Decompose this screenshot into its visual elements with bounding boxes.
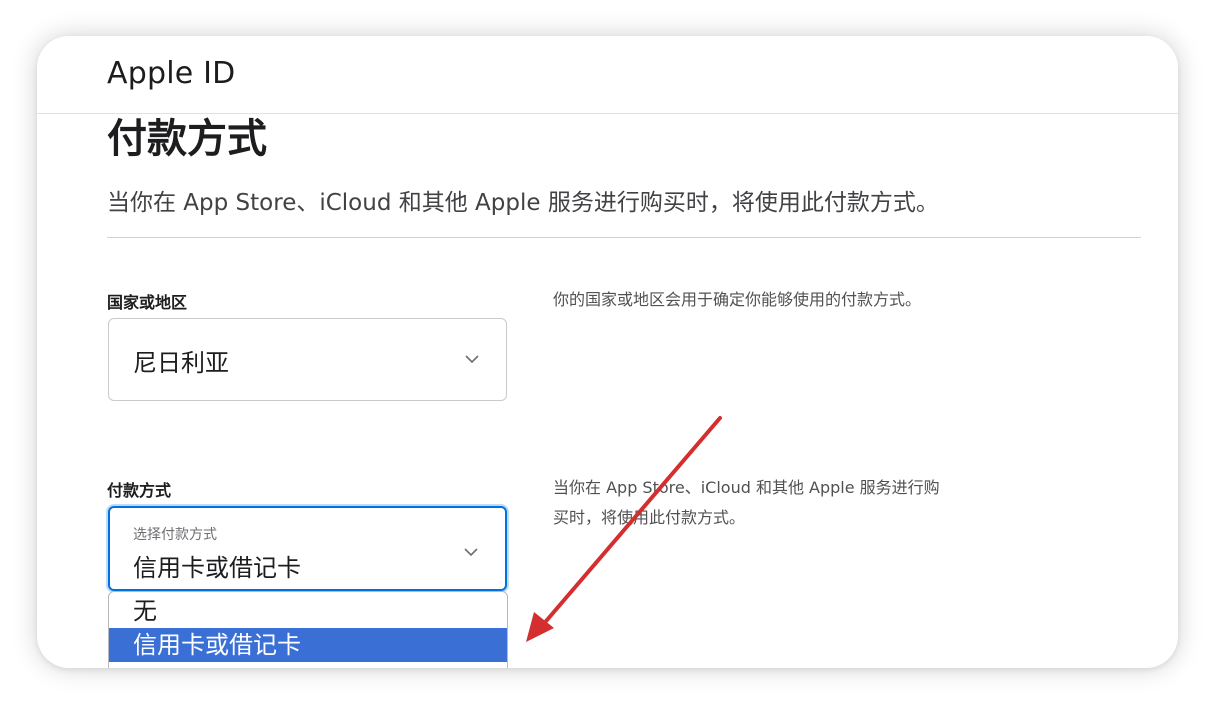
apple-id-brand[interactable]: Apple ID	[107, 56, 236, 91]
page-intro: 当你在 App Store、iCloud 和其他 Apple 服务进行购买时，将…	[107, 190, 939, 216]
chevron-down-icon	[464, 548, 478, 557]
page-title: 付款方式	[107, 116, 267, 162]
country-help: 你的国家或地区会用于确定你能够使用的付款方式。	[553, 290, 922, 309]
section-divider	[107, 237, 1141, 238]
chevron-down-icon	[465, 355, 479, 364]
country-select[interactable]: 尼日利亚	[108, 318, 507, 401]
payment-select-value: 信用卡或借记卡	[133, 554, 301, 582]
country-select-value: 尼日利亚	[133, 349, 229, 377]
payment-select[interactable]: 选择付款方式 信用卡或借记卡	[108, 506, 507, 591]
payment-label: 付款方式	[107, 481, 172, 500]
payment-dropdown: 无 信用卡或借记卡	[108, 591, 508, 668]
option-none[interactable]: 无	[109, 594, 507, 628]
payment-help: 当你在 App Store、iCloud 和其他 Apple 服务进行购买时，将…	[553, 478, 940, 527]
country-label: 国家或地区	[107, 293, 188, 312]
option-credit-debit-card[interactable]: 信用卡或借记卡	[109, 628, 507, 662]
apple-id-card: Apple ID 付款方式 当你在 App Store、iCloud 和其他 A…	[37, 36, 1178, 668]
payment-select-caption: 选择付款方式	[133, 527, 217, 543]
header-bar: Apple ID	[37, 36, 1178, 114]
